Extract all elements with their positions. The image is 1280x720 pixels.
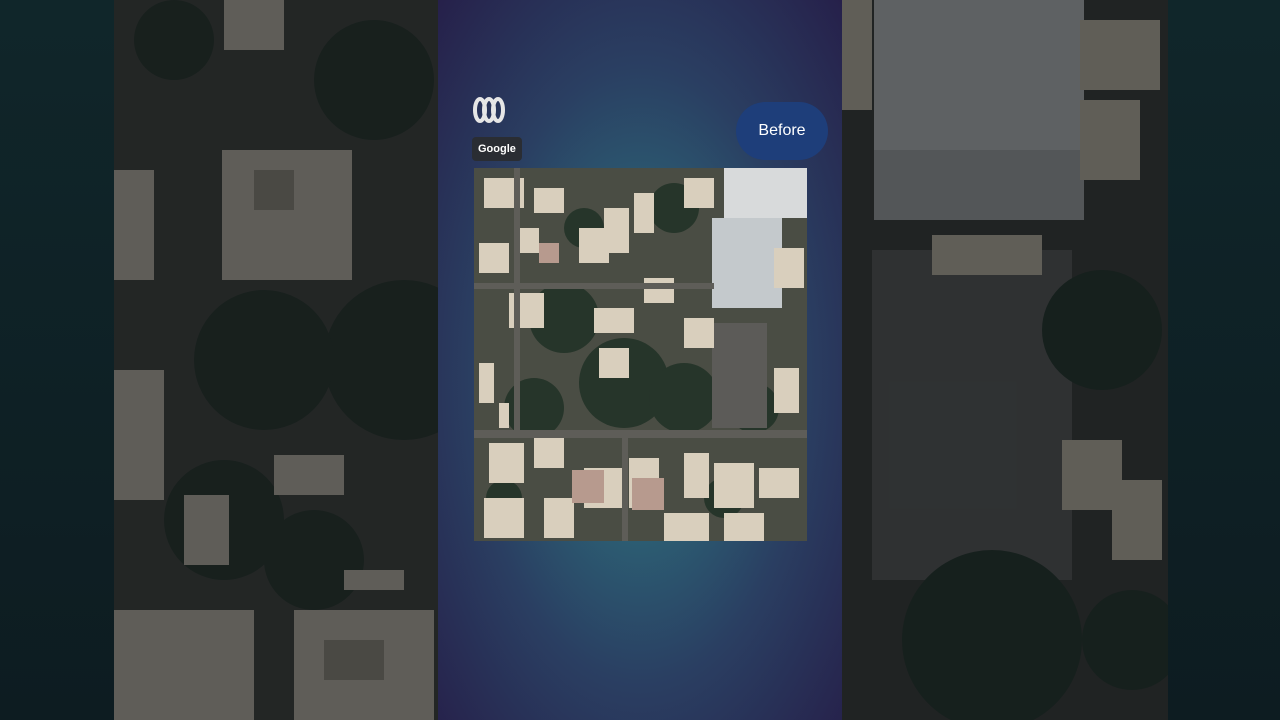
before-label: Before — [736, 102, 828, 160]
satellite-image — [474, 168, 807, 541]
abc-logo-icon — [473, 97, 505, 123]
blurred-background-left — [114, 0, 438, 720]
video-frame: Google Before — [438, 0, 842, 720]
right-frame-edge — [1168, 0, 1280, 720]
blurred-background-right — [842, 0, 1168, 720]
left-frame-edge — [0, 0, 114, 720]
imagery-credit-tag: Google — [472, 137, 522, 161]
